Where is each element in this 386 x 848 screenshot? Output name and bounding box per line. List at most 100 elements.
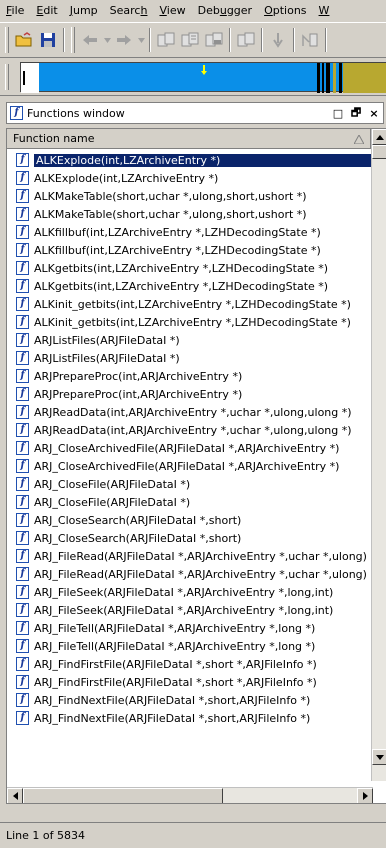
function-icon: f xyxy=(16,261,29,275)
functions-window: f Functions window □ 🗗 × Function name f… xyxy=(2,100,386,826)
function-icon: f xyxy=(16,531,29,545)
list-item[interactable]: f ARJ_FindFirstFile(ARJFileDataI *,short … xyxy=(7,655,373,673)
function-icon: f xyxy=(16,387,29,401)
list-item[interactable]: f ALKinit_getbits(int,LZArchiveEntry *,LZ… xyxy=(7,313,373,331)
current-position-arrow-icon xyxy=(201,65,207,75)
menu-debugger[interactable]: Debugger xyxy=(192,0,258,22)
toolbar-separator xyxy=(325,28,327,52)
close-icon[interactable]: × xyxy=(365,105,383,121)
dropdown-arrow-icon[interactable] xyxy=(103,29,111,51)
menu-options[interactable]: Options xyxy=(258,0,312,22)
open-folder-icon[interactable] xyxy=(13,29,35,51)
list-item[interactable]: f ARJ_FileSeek(ARJFileDataI *,ARJArchiveE… xyxy=(7,601,373,619)
function-icon: f xyxy=(16,279,29,293)
function-icon: f xyxy=(16,369,29,383)
scroll-right-icon[interactable] xyxy=(357,788,373,803)
maximize-icon[interactable]: □ xyxy=(329,105,347,121)
menu-search[interactable]: Search xyxy=(104,0,154,22)
toolbar xyxy=(0,22,386,58)
horizontal-scroll-thumb[interactable] xyxy=(23,788,223,803)
sequence-search-icon[interactable] xyxy=(235,29,257,51)
function-icon: f xyxy=(16,423,29,437)
column-header-function-name[interactable]: Function name xyxy=(7,129,371,149)
menu-w[interactable]: W xyxy=(313,0,336,22)
list-item[interactable]: f ALKExplode(int,LZArchiveEntry *) xyxy=(7,169,373,187)
list-item[interactable]: f ARJ_FileTell(ARJFileDataI *,ARJArchiveE… xyxy=(7,619,373,637)
list-item[interactable]: f ARJListFiles(ARJFileDataI *) xyxy=(7,331,373,349)
list-item[interactable]: f ARJReadData(int,ARJArchiveEntry *,uchar… xyxy=(7,421,373,439)
list-item[interactable]: f ARJPrepareProc(int,ARJArchiveEntry *) xyxy=(7,367,373,385)
function-list[interactable]: Function name f ALKExplode(int,LZArchiveE… xyxy=(6,128,386,804)
scroll-up-icon[interactable] xyxy=(372,129,386,145)
list-item[interactable]: f ARJListFiles(ARJFileDataI *) xyxy=(7,349,373,367)
scroll-down-icon[interactable] xyxy=(372,749,386,765)
forward-arrow-icon[interactable] xyxy=(113,29,135,51)
list-item[interactable]: f ALKExplode(int,LZArchiveEntry *) xyxy=(7,151,373,169)
immediate-search-icon[interactable] xyxy=(203,29,225,51)
list-item[interactable]: f ALKMakeTable(short,uchar *,ulong,short,… xyxy=(7,205,373,223)
list-item[interactable]: f ARJ_FindNextFile(ARJFileDataI *,short,A… xyxy=(7,709,373,727)
list-item[interactable]: f ARJ_FileRead(ARJFileDataI *,ARJArchiveE… xyxy=(7,565,373,583)
text-search-icon[interactable] xyxy=(179,29,201,51)
dropdown-arrow-icon[interactable] xyxy=(137,29,145,51)
list-item[interactable]: f ARJPrepareProc(int,ARJArchiveEntry *) xyxy=(7,385,373,403)
horizontal-scrollbar[interactable] xyxy=(7,787,373,803)
function-icon: f xyxy=(16,639,29,653)
function-icon: f xyxy=(16,585,29,599)
navigator-track[interactable] xyxy=(20,62,386,93)
list-item[interactable]: f ARJ_FileSeek(ARJFileDataI *,ARJArchiveE… xyxy=(7,583,373,601)
list-item[interactable]: f ALKgetbits(int,LZArchiveEntry *,LZHDeco… xyxy=(7,259,373,277)
function-name: ARJ_FindFirstFile(ARJFileDataI *,short *… xyxy=(34,675,317,689)
list-item[interactable]: f ARJ_CloseArchivedFile(ARJFileDataI *,AR… xyxy=(7,457,373,475)
vertical-scroll-thumb[interactable] xyxy=(372,145,386,159)
function-name: ALKExplode(int,LZArchiveEntry *) xyxy=(33,152,373,168)
function-icon: f xyxy=(16,495,29,509)
list-item[interactable]: f ARJ_FileTell(ARJFileDataI *,ARJArchiveE… xyxy=(7,637,373,655)
function-icon: f xyxy=(16,549,29,563)
save-icon[interactable] xyxy=(37,29,59,51)
list-item[interactable]: f ARJReadData(int,ARJArchiveEntry *,uchar… xyxy=(7,403,373,421)
function-name: ARJ_CloseSearch(ARJFileDataI *,short) xyxy=(34,513,242,527)
down-arrow-icon[interactable] xyxy=(267,29,289,51)
toolbar-grip[interactable] xyxy=(71,27,75,53)
scroll-left-icon[interactable] xyxy=(7,788,23,803)
list-item[interactable]: f ARJ_CloseFile(ARJFileDataI *) xyxy=(7,493,373,511)
restore-icon[interactable]: 🗗 xyxy=(347,105,365,121)
menu-edit[interactable]: Edit xyxy=(30,0,63,22)
list-item[interactable]: f ALKinit_getbits(int,LZArchiveEntry *,LZ… xyxy=(7,295,373,313)
function-icon: f xyxy=(16,711,29,725)
function-name: ARJ_CloseFile(ARJFileDataI *) xyxy=(34,477,191,491)
vertical-scrollbar[interactable] xyxy=(371,129,386,781)
status-bar: Line 1 of 5834 xyxy=(0,822,386,848)
functions-window-titlebar[interactable]: f Functions window □ 🗗 × xyxy=(6,102,384,124)
function-name: ARJ_CloseArchivedFile(ARJFileDataI *,ARJ… xyxy=(34,441,340,455)
function-name: ALKExplode(int,LZArchiveEntry *) xyxy=(34,171,219,185)
binary-search-icon[interactable] xyxy=(155,29,177,51)
navigator-data-segment xyxy=(343,63,386,93)
toolbar-separator xyxy=(63,28,65,52)
struct-icon[interactable] xyxy=(299,29,321,51)
function-icon: f xyxy=(16,243,29,257)
list-item[interactable]: f ARJ_CloseArchivedFile(ARJFileDataI *,AR… xyxy=(7,439,373,457)
menu-jump[interactable]: Jump xyxy=(64,0,104,22)
navigator-segment xyxy=(326,63,330,93)
list-item[interactable]: f ALKfillbuf(int,LZArchiveEntry *,LZHDeco… xyxy=(7,241,373,259)
navigator-segment xyxy=(317,63,320,93)
list-item[interactable]: f ALKgetbits(int,LZArchiveEntry *,LZHDeco… xyxy=(7,277,373,295)
list-item[interactable]: f ARJ_CloseSearch(ARJFileDataI *,short) xyxy=(7,511,373,529)
list-item[interactable]: f ARJ_FindFirstFile(ARJFileDataI *,short … xyxy=(7,673,373,691)
toolbar-separator xyxy=(229,28,231,52)
list-item[interactable]: f ALKfillbuf(int,LZArchiveEntry *,LZHDeco… xyxy=(7,223,373,241)
back-arrow-icon[interactable] xyxy=(79,29,101,51)
toolbar-grip[interactable] xyxy=(5,27,9,53)
menu-file[interactable]: File xyxy=(0,0,30,22)
navigator-band[interactable] xyxy=(0,58,386,96)
list-item[interactable]: f ARJ_FindNextFile(ARJFileDataI *,short,A… xyxy=(7,691,373,709)
list-item[interactable]: f ARJ_FileRead(ARJFileDataI *,ARJArchiveE… xyxy=(7,547,373,565)
menu-view[interactable]: View xyxy=(153,0,191,22)
list-item[interactable]: f ARJ_CloseFile(ARJFileDataI *) xyxy=(7,475,373,493)
panel-title: Functions window xyxy=(27,106,125,120)
navigator-grip[interactable] xyxy=(5,64,9,90)
list-item[interactable]: f ARJ_CloseSearch(ARJFileDataI *,short) xyxy=(7,529,373,547)
list-item[interactable]: f ALKMakeTable(short,uchar *,ulong,short,… xyxy=(7,187,373,205)
